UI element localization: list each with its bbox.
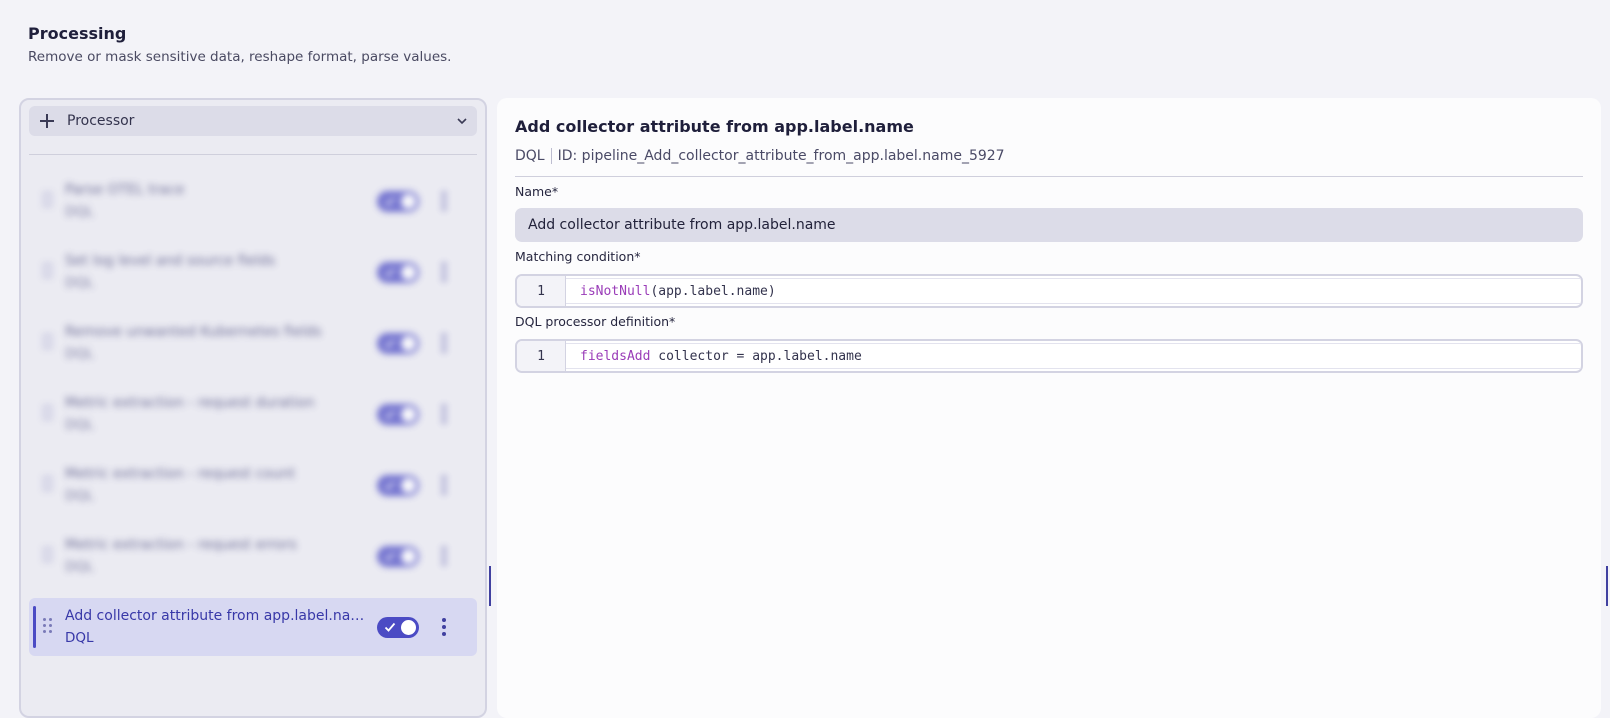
- processor-enabled-toggle[interactable]: [377, 546, 419, 567]
- processor-name: Add collector attribute from app.label.n…: [65, 608, 365, 624]
- divider: [515, 176, 1583, 177]
- drag-handle-icon[interactable]: [43, 618, 53, 634]
- matching-condition-editor[interactable]: 1 isNotNull (app.label.name): [515, 274, 1583, 308]
- dql-definition-label: DQL processor definition*: [515, 314, 676, 329]
- detail-meta: DQL ID: pipeline_Add_collector_attribute…: [515, 148, 1005, 164]
- processor-name: Metric extraction - request duration: [65, 395, 315, 411]
- drag-handle-icon[interactable]: [43, 192, 53, 208]
- processor-enabled-toggle[interactable]: [377, 617, 419, 638]
- check-icon: [384, 338, 396, 348]
- more-options-icon[interactable]: [441, 334, 447, 352]
- panel-resize-handle[interactable]: [489, 566, 491, 606]
- toggle-knob: [401, 549, 416, 564]
- dql-definition-editor[interactable]: 1 fieldsAdd collector = app.label.name: [515, 339, 1583, 373]
- more-options-icon[interactable]: [441, 405, 447, 423]
- matching-condition-label: Matching condition*: [515, 249, 641, 264]
- more-options-icon[interactable]: [441, 547, 447, 565]
- processor-list-item[interactable]: Metric extraction - request duration DQL: [29, 385, 477, 443]
- toggle-knob: [401, 265, 416, 280]
- code-line: isNotNull (app.label.name): [566, 278, 1581, 304]
- code-function: isNotNull: [580, 283, 651, 299]
- check-icon: [384, 267, 396, 277]
- toggle-knob: [401, 407, 416, 422]
- code-line: fieldsAdd collector = app.label.name: [566, 343, 1581, 369]
- drag-handle-icon[interactable]: [43, 334, 53, 350]
- processor-type: DQL: [65, 275, 94, 291]
- more-options-icon[interactable]: [441, 618, 447, 636]
- processor-enabled-toggle[interactable]: [377, 475, 419, 496]
- more-options-icon[interactable]: [441, 192, 447, 210]
- drag-handle-icon[interactable]: [43, 547, 53, 563]
- toggle-knob: [401, 620, 416, 635]
- processor-name: Set log level and source fields: [65, 253, 276, 269]
- processor-list-item[interactable]: Parse OTEL trace DQL: [29, 172, 477, 230]
- processor-list-item[interactable]: Add collector attribute from app.label.n…: [29, 598, 477, 656]
- meta-separator: [550, 148, 552, 164]
- processor-enabled-toggle[interactable]: [377, 333, 419, 354]
- processor-type: DQL: [65, 204, 94, 220]
- plus-icon: [39, 113, 55, 129]
- code-expression: collector = app.label.name: [650, 348, 862, 364]
- processor-list-panel: Processor Parse OTEL trace DQL Set log l…: [19, 98, 487, 718]
- code-keyword: fieldsAdd: [580, 348, 651, 364]
- processor-type: DQL: [65, 417, 94, 433]
- processor-list-item[interactable]: Metric extraction - request errors DQL: [29, 527, 477, 585]
- processor-enabled-toggle[interactable]: [377, 191, 419, 212]
- processor-detail-panel: Add collector attribute from app.label.n…: [497, 98, 1601, 718]
- drag-handle-icon[interactable]: [43, 476, 53, 492]
- processor-type: DQL: [65, 346, 94, 362]
- line-number: 1: [517, 341, 566, 371]
- panel-resize-handle-right[interactable]: [1606, 566, 1608, 606]
- more-options-icon[interactable]: [441, 476, 447, 494]
- page-subtitle: Remove or mask sensitive data, reshape f…: [28, 49, 452, 65]
- toggle-knob: [401, 478, 416, 493]
- add-processor-dropdown[interactable]: Processor: [29, 106, 477, 136]
- name-label: Name*: [515, 184, 559, 199]
- detail-type: DQL: [515, 148, 545, 164]
- check-icon: [384, 409, 396, 419]
- code-args: (app.label.name): [650, 283, 776, 299]
- processor-name: Parse OTEL trace: [65, 182, 185, 198]
- check-icon: [384, 196, 396, 206]
- processor-name: Metric extraction - request errors: [65, 537, 297, 553]
- processor-list: Parse OTEL trace DQL Set log level and s…: [29, 172, 477, 669]
- page-header: Processing Remove or mask sensitive data…: [28, 24, 451, 65]
- drag-handle-icon[interactable]: [43, 263, 53, 279]
- page-title: Processing: [28, 24, 127, 43]
- processor-type: DQL: [65, 630, 94, 646]
- processor-type: DQL: [65, 559, 94, 575]
- check-icon: [384, 480, 396, 490]
- processor-list-item[interactable]: Metric extraction - request count DQL: [29, 456, 477, 514]
- more-options-icon[interactable]: [441, 263, 447, 281]
- chevron-down-icon: [457, 118, 467, 125]
- line-number: 1: [517, 276, 566, 306]
- processor-enabled-toggle[interactable]: [377, 404, 419, 425]
- toggle-knob: [401, 194, 416, 209]
- processor-list-item[interactable]: Remove unwanted Kubernetes fields DQL: [29, 314, 477, 372]
- detail-title: Add collector attribute from app.label.n…: [515, 117, 914, 136]
- add-processor-label: Processor: [67, 113, 135, 129]
- processor-list-item[interactable]: Set log level and source fields DQL: [29, 243, 477, 301]
- check-icon: [384, 551, 396, 561]
- drag-handle-icon[interactable]: [43, 405, 53, 421]
- processor-name: Metric extraction - request count: [65, 466, 296, 482]
- divider: [29, 154, 477, 155]
- processor-type: DQL: [65, 488, 94, 504]
- detail-id: ID: pipeline_Add_collector_attribute_fro…: [557, 148, 1005, 164]
- check-icon: [384, 622, 396, 632]
- toggle-knob: [401, 336, 416, 351]
- processor-name: Remove unwanted Kubernetes fields: [65, 324, 322, 340]
- name-input[interactable]: [515, 208, 1583, 242]
- processor-enabled-toggle[interactable]: [377, 262, 419, 283]
